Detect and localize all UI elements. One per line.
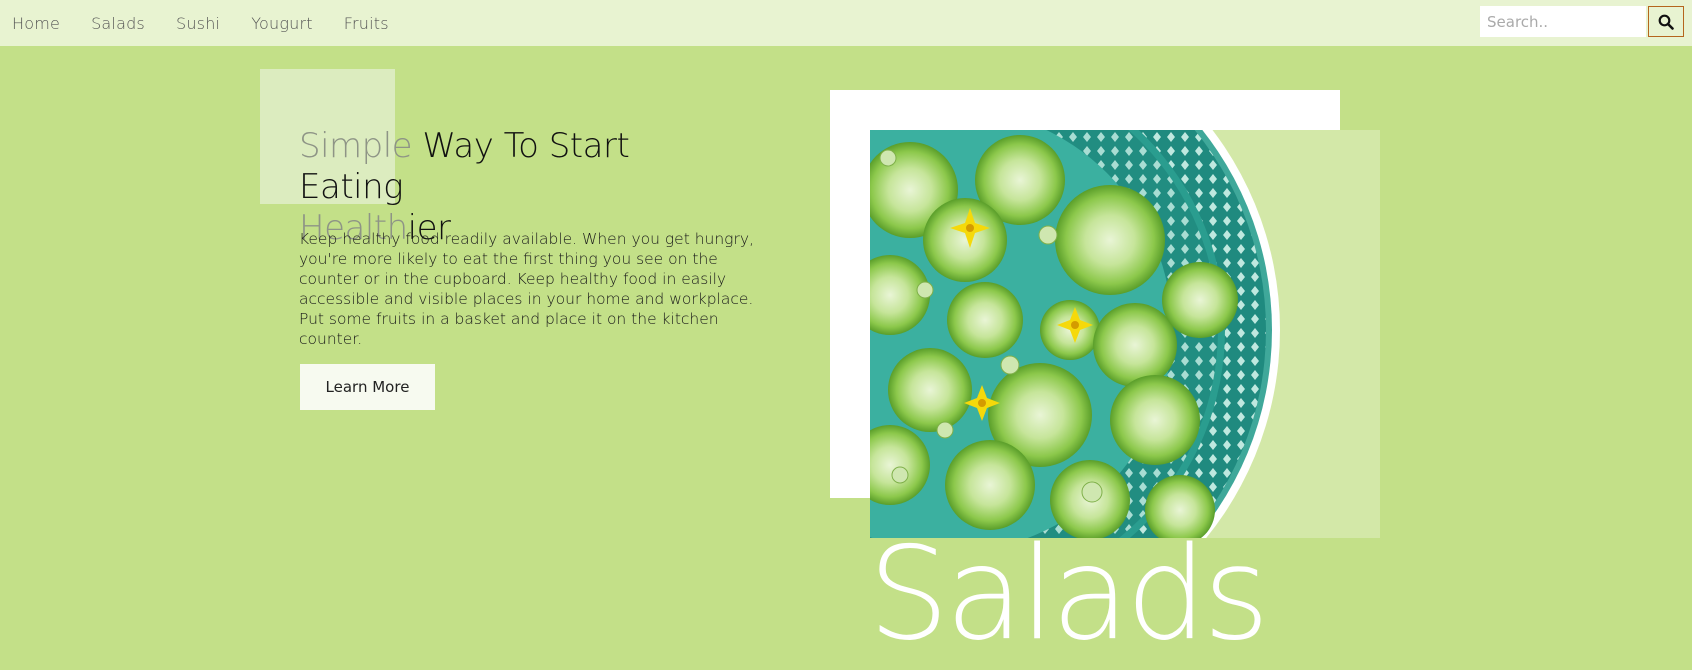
nav-link-sushi[interactable]: Sushi	[176, 14, 220, 33]
top-navbar: Home Salads Sushi Yougurt Fruits	[0, 0, 1692, 46]
hero-description: Keep healthy food readily available. Whe…	[299, 230, 754, 348]
hero-title-muted-1: Simple	[299, 126, 413, 166]
learn-more-button[interactable]: Learn More	[300, 364, 435, 410]
section-heading-salads: Salads	[868, 520, 1270, 669]
salad-plate-illustration	[870, 130, 1380, 538]
nav-link-fruits[interactable]: Fruits	[344, 14, 389, 33]
search-input[interactable]	[1480, 6, 1646, 37]
search-icon	[1658, 14, 1674, 30]
search-button[interactable]	[1648, 6, 1684, 37]
salad-image	[870, 130, 1380, 538]
nav-link-yougurt[interactable]: Yougurt	[251, 14, 313, 33]
nav-links: Home Salads Sushi Yougurt Fruits	[12, 0, 420, 46]
nav-link-home[interactable]: Home	[12, 14, 60, 33]
nav-link-salads[interactable]: Salads	[91, 14, 145, 33]
